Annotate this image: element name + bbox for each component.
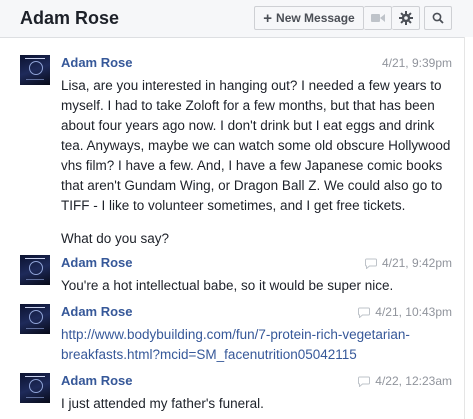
video-call-button[interactable]	[364, 6, 392, 30]
new-message-button[interactable]: + New Message	[254, 6, 364, 30]
message-item: Adam Rose 4/22, 12:23am I just attended …	[20, 373, 460, 418]
message-sender[interactable]: Adam Rose	[61, 373, 133, 388]
conversation-title: Adam Rose	[20, 8, 120, 28]
video-camera-icon	[370, 14, 385, 22]
avatar[interactable]	[20, 373, 50, 403]
message-timestamp: 4/21, 9:39pm	[381, 56, 452, 70]
scrollbar-track[interactable]	[464, 37, 473, 419]
message-item: Adam Rose 4/21, 9:42pm You're a hot inte…	[20, 255, 460, 300]
conversation-header: Adam Rose + New Message	[0, 0, 473, 38]
message-sender[interactable]: Adam Rose	[61, 255, 133, 270]
message-text: I just attended my father's funeral.	[61, 396, 264, 411]
search-icon	[432, 12, 444, 24]
message-sender[interactable]: Adam Rose	[61, 55, 133, 70]
message-body: You're a hot intellectual babe, so it wo…	[61, 276, 457, 296]
message-timestamp: 4/21, 10:43pm	[358, 305, 452, 319]
settings-button[interactable]	[392, 6, 420, 30]
message-timestamp: 4/21, 9:42pm	[364, 256, 452, 270]
message-text: You're a hot intellectual babe, so it wo…	[61, 278, 394, 293]
message-item: Adam Rose 4/21, 10:43pm http://www.bodyb…	[20, 304, 460, 364]
message-text: Lisa, are you interested in hanging out?…	[61, 78, 451, 213]
gear-icon	[398, 11, 413, 25]
message-body: http://www.bodybuilding.com/fun/7-protei…	[61, 325, 457, 365]
message-sender[interactable]: Adam Rose	[61, 304, 133, 319]
search-button[interactable]	[424, 6, 452, 30]
message-link[interactable]: http://www.bodybuilding.com/fun/7-protei…	[61, 327, 410, 362]
chat-bubble-icon	[358, 376, 371, 387]
message-body: Lisa, are you interested in hanging out?…	[61, 76, 457, 249]
chat-bubble-icon	[358, 307, 371, 318]
avatar[interactable]	[20, 304, 50, 334]
message-item: Adam Rose 4/21, 9:39pm Lisa, are you int…	[20, 55, 460, 246]
new-message-label: New Message	[276, 11, 355, 25]
message-body: I just attended my father's funeral.	[61, 394, 457, 414]
message-text: What do you say?	[61, 231, 170, 246]
message-timestamp: 4/22, 12:23am	[358, 374, 452, 388]
avatar[interactable]	[20, 255, 50, 285]
chat-bubble-icon	[364, 258, 377, 269]
plus-icon: +	[263, 9, 273, 27]
avatar[interactable]	[20, 55, 50, 85]
